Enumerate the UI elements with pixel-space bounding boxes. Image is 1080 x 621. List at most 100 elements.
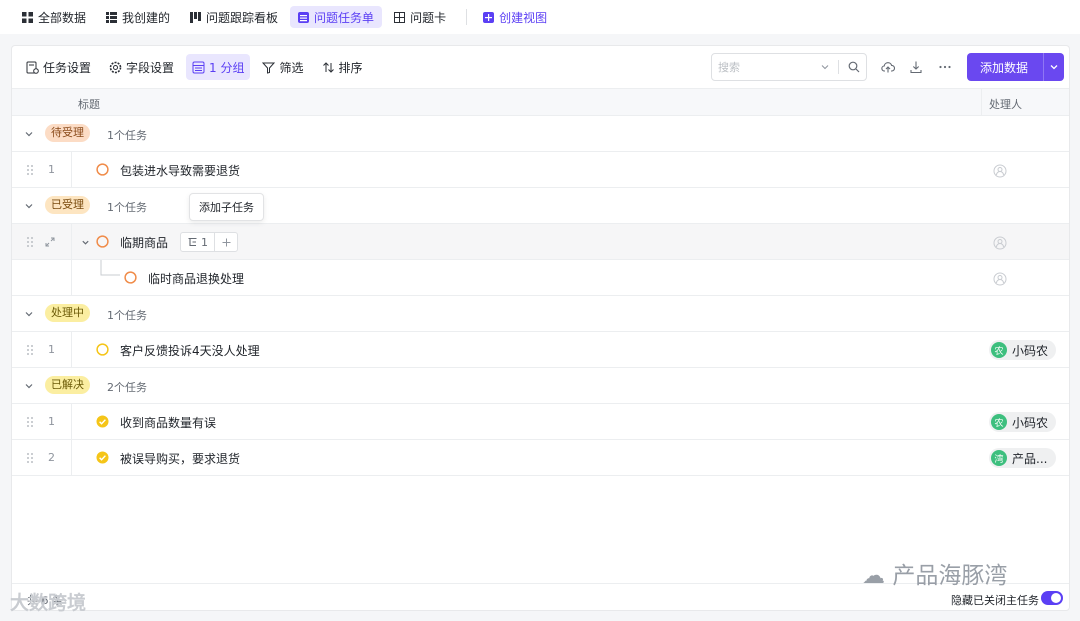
- group-label: 1 分组: [209, 60, 245, 75]
- chevron-down-icon[interactable]: [24, 309, 34, 319]
- status-tag: 待受理: [45, 124, 90, 142]
- filter-button[interactable]: 筛选: [256, 54, 309, 80]
- task-title[interactable]: 客户反馈投诉4天没人处理: [120, 342, 260, 359]
- column-divider: [71, 152, 72, 187]
- table-row[interactable]: 1 客户反馈投诉4天没人处理 农 小码农: [12, 332, 1069, 368]
- chevron-down-icon[interactable]: [81, 238, 90, 247]
- add-data-dropdown[interactable]: [1044, 62, 1064, 72]
- upload-cloud-icon[interactable]: [881, 60, 895, 74]
- table-row-subtask[interactable]: 临时商品退换处理: [12, 260, 1069, 296]
- group-count: 1个任务: [107, 129, 147, 142]
- column-header-title[interactable]: 标题: [78, 96, 100, 112]
- group-header-in-progress[interactable]: 处理中 1个任务: [12, 296, 1069, 332]
- drag-handle-icon[interactable]: [26, 164, 34, 176]
- column-divider: [71, 260, 72, 295]
- watermark-left-text: 大数跨境: [10, 592, 87, 614]
- assignee-chip[interactable]: 湾 产品...: [989, 448, 1056, 468]
- table-row[interactable]: 1 收到商品数量有误 农 小码农: [12, 404, 1069, 440]
- column-header-assignee[interactable]: 处理人: [989, 96, 1022, 112]
- drag-handle-icon[interactable]: [26, 344, 34, 356]
- avatar: 湾: [991, 450, 1007, 466]
- status-circle-icon[interactable]: [124, 271, 137, 284]
- chevron-down-icon[interactable]: [24, 201, 34, 211]
- create-view-label: 创建视图: [499, 10, 548, 25]
- field-settings-button[interactable]: 字段设置: [103, 54, 180, 80]
- table-row[interactable]: 2 被误导购买，要求退货 湾 产品...: [12, 440, 1069, 476]
- create-view-button[interactable]: 创建视图: [475, 6, 555, 28]
- group-header-resolved[interactable]: 已解决 2个任务: [12, 368, 1069, 404]
- assignee-name: 小码农: [1012, 343, 1049, 358]
- subtask-count[interactable]: 1: [181, 233, 215, 251]
- check-circle-icon[interactable]: [96, 415, 109, 428]
- row-number: 1: [48, 415, 55, 428]
- check-circle-icon[interactable]: [96, 451, 109, 464]
- tab-label: 问题卡: [410, 10, 447, 25]
- tab-label: 问题跟踪看板: [206, 10, 279, 25]
- status-circle-icon[interactable]: [96, 343, 109, 356]
- add-subtask-button[interactable]: [215, 233, 237, 251]
- tab-issue-task-list[interactable]: 问题任务单: [290, 6, 383, 28]
- watermark-text: 产品海豚湾: [892, 563, 1008, 589]
- drag-handle-icon[interactable]: [26, 416, 34, 428]
- subtask-icon: [188, 237, 197, 246]
- grid-icon: [22, 11, 33, 23]
- expand-icon[interactable]: [45, 237, 55, 247]
- group-header-pending[interactable]: 待受理 1个任务: [12, 116, 1069, 152]
- chevron-down-icon[interactable]: [820, 62, 830, 72]
- tab-my-created[interactable]: 我创建的: [98, 6, 178, 28]
- column-divider[interactable]: [981, 89, 982, 115]
- table-row[interactable]: 临期商品 1: [12, 224, 1069, 260]
- assign-user-icon[interactable]: [993, 236, 1007, 250]
- tab-issue-kanban[interactable]: 问题跟踪看板: [182, 6, 286, 28]
- task-settings-button[interactable]: 任务设置: [20, 54, 97, 80]
- settings-doc-icon: [26, 61, 39, 74]
- wechat-icon: ☁: [862, 563, 885, 589]
- assign-user-icon[interactable]: [993, 272, 1007, 286]
- divider: [838, 60, 839, 74]
- drag-handle-icon[interactable]: [26, 452, 34, 464]
- drag-handle-icon[interactable]: [26, 236, 34, 248]
- status-circle-icon[interactable]: [96, 163, 109, 176]
- task-title[interactable]: 被误导购买，要求退货: [120, 450, 240, 467]
- group-icon: [192, 61, 205, 73]
- group-button[interactable]: 1 分组: [186, 54, 251, 80]
- status-tag: 处理中: [45, 304, 90, 322]
- subtask-title[interactable]: 临时商品退换处理: [148, 270, 244, 287]
- assignee-chip[interactable]: 农 小码农: [989, 340, 1057, 360]
- group-header-accepted[interactable]: 已受理 1个任务: [12, 188, 1069, 224]
- tab-issue-card[interactable]: 问题卡: [386, 6, 454, 28]
- table-row[interactable]: 1 包装进水导致需要退货: [12, 152, 1069, 188]
- sort-label: 排序: [338, 60, 363, 75]
- more-icon[interactable]: [938, 60, 952, 74]
- card-icon: [394, 11, 406, 23]
- search-icon[interactable]: [848, 61, 860, 73]
- assign-user-icon[interactable]: [993, 164, 1007, 178]
- watermark: ☁ 产品海豚湾: [862, 556, 1007, 590]
- chevron-down-icon[interactable]: [24, 129, 34, 139]
- column-divider: [71, 440, 72, 475]
- tab-all-data[interactable]: 全部数据: [14, 6, 94, 28]
- filter-label: 筛选: [279, 60, 304, 75]
- avatar: 农: [991, 414, 1007, 430]
- sort-button[interactable]: 排序: [316, 54, 369, 80]
- table-icon: [298, 11, 310, 23]
- task-table-panel: 任务设置 字段设置 1 分组 筛选 排序 搜索 添加数据 标题 处理人 待受理 …: [11, 45, 1070, 611]
- search-input[interactable]: 搜索: [711, 53, 867, 81]
- assignee-name: 小码农: [1012, 415, 1049, 430]
- hide-closed-toggle[interactable]: [1041, 591, 1063, 605]
- task-title[interactable]: 收到商品数量有误: [120, 414, 216, 431]
- task-title[interactable]: 临期商品: [120, 234, 168, 251]
- subtask-control: 1: [180, 232, 238, 252]
- chevron-down-icon[interactable]: [24, 381, 34, 391]
- toggle-knob: [1051, 593, 1061, 603]
- add-data-button[interactable]: 添加数据: [967, 53, 1064, 81]
- status-circle-icon[interactable]: [96, 235, 109, 248]
- assignee-chip[interactable]: 农 小码农: [989, 412, 1057, 432]
- tab-label: 我创建的: [122, 10, 171, 25]
- plus-square-icon: [483, 11, 495, 23]
- task-settings-label: 任务设置: [43, 60, 92, 75]
- task-title[interactable]: 包装进水导致需要退货: [120, 162, 240, 179]
- download-icon[interactable]: [909, 60, 923, 74]
- avatar: 农: [991, 342, 1007, 358]
- field-settings-label: 字段设置: [126, 60, 175, 75]
